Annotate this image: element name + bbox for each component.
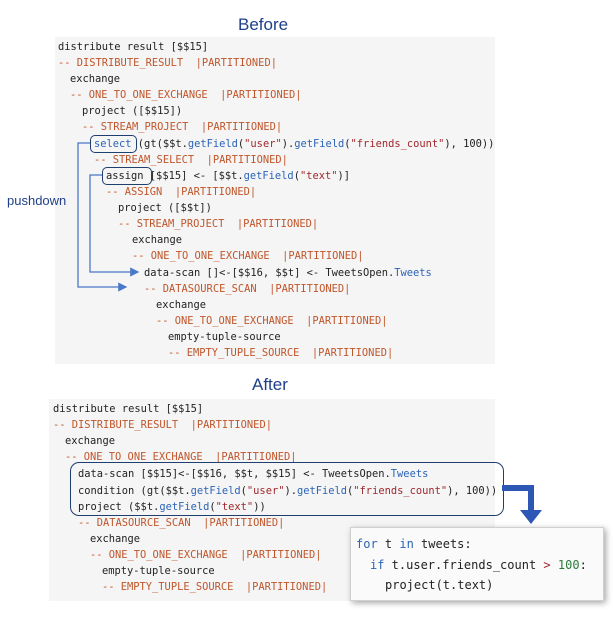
snippet-text-1b: tweets: xyxy=(413,537,472,551)
threshold-number: 100 xyxy=(557,558,580,572)
snippet-text-2a: t.user.friends_count xyxy=(384,558,544,572)
snippet-line-3: project(t.text) xyxy=(385,578,494,592)
snippet-space xyxy=(551,558,558,572)
gt-operator: > xyxy=(543,558,551,572)
snippet-text-2b: : xyxy=(579,558,587,572)
snippet-line-1: for t in tweets: xyxy=(356,534,472,554)
in-keyword: in xyxy=(399,537,414,551)
snippet-text-1a: t xyxy=(377,537,400,551)
snippet-line-2: if t.user.friends_count > 100: xyxy=(370,555,587,575)
for-keyword: for xyxy=(356,537,378,551)
if-keyword: if xyxy=(370,558,385,572)
